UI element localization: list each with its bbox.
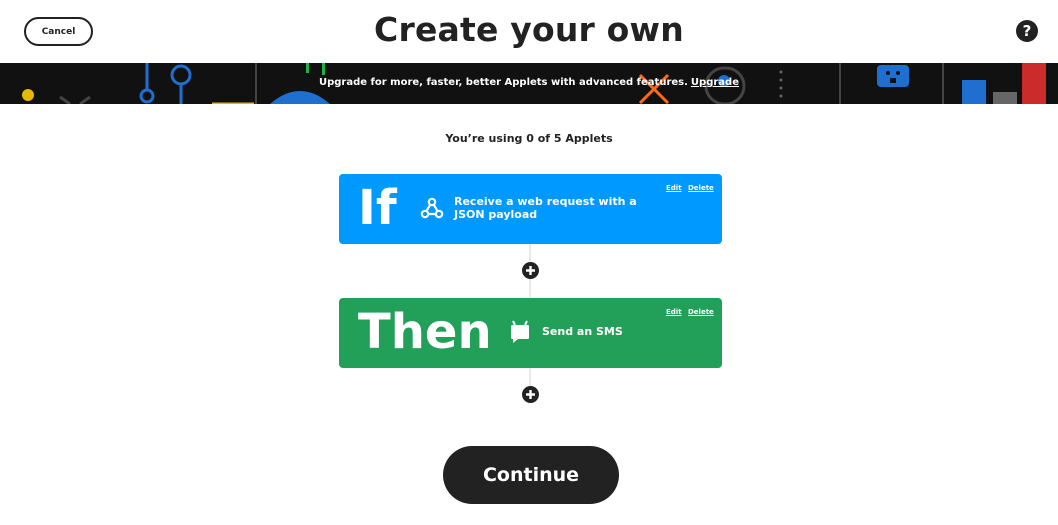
then-keyword: Then [358, 304, 492, 360]
if-edit-link[interactable]: Edit [666, 184, 682, 192]
continue-button[interactable]: Continue [443, 446, 619, 504]
banner-text: Upgrade for more, faster, better Applets… [0, 77, 1058, 88]
then-delete-link[interactable]: Delete [688, 308, 714, 316]
banner-message: Upgrade for more, faster, better Applets… [319, 77, 688, 88]
if-keyword: If [358, 180, 397, 236]
plus-icon [526, 390, 535, 399]
add-step-button[interactable] [522, 386, 539, 403]
applet-usage-text: You’re using 0 of 5 Applets [445, 132, 613, 145]
then-edit-link[interactable]: Edit [666, 308, 682, 316]
if-trigger-text: Receive a web request with a JSON payloa… [454, 195, 637, 221]
plus-icon [526, 266, 535, 275]
page-title: Create your own [374, 10, 684, 49]
connector-line [529, 368, 531, 386]
upgrade-link[interactable]: Upgrade [691, 77, 739, 88]
if-trigger-card[interactable]: If Receive a web request with a JSON pay… [339, 174, 722, 244]
then-action-card[interactable]: Then Send an SMS Edit Delete [339, 298, 722, 368]
android-sms-icon [511, 320, 529, 343]
add-step-button[interactable] [522, 262, 539, 279]
help-icon[interactable]: ? [1016, 20, 1038, 42]
webhooks-icon [420, 197, 444, 219]
then-action-text: Send an SMS [542, 325, 623, 338]
if-delete-link[interactable]: Delete [688, 184, 714, 192]
header: Cancel Create your own ? [0, 0, 1058, 63]
upgrade-banner[interactable]: Upgrade for more, faster, better Applets… [0, 63, 1058, 104]
